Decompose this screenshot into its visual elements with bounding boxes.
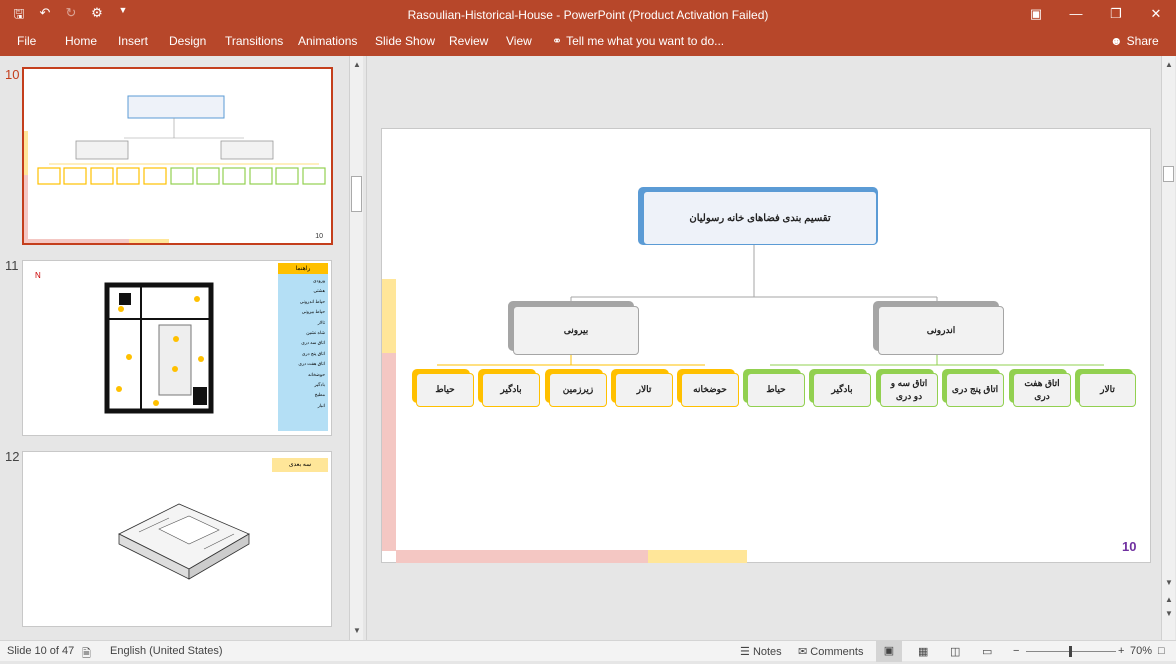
- person-icon: ☻: [1110, 34, 1123, 48]
- legend-item: شاه نشین: [306, 330, 325, 336]
- right-item-4[interactable]: اتاق پنج دری: [946, 373, 1004, 407]
- thumbnail-slide-12[interactable]: سه بعدی: [22, 451, 332, 627]
- tab-transitions[interactable]: Transitions: [225, 34, 283, 48]
- normal-view-icon[interactable]: ▣: [876, 641, 902, 662]
- legend-title: راهنما: [278, 263, 328, 274]
- zoom-in-icon[interactable]: +: [1118, 645, 1124, 657]
- legend-item: مطبخ: [314, 392, 325, 398]
- tab-file[interactable]: File: [17, 34, 36, 48]
- left-item-4[interactable]: تالار: [615, 373, 673, 407]
- thumb-number-12: 12: [5, 449, 20, 464]
- floor-plan-image: [104, 282, 214, 414]
- thumbnail-10-preview: [24, 95, 326, 243]
- north-arrow-icon: N: [35, 271, 41, 280]
- org-chart-title[interactable]: تقسیم بندی فضاهای خانه رسولیان: [643, 191, 877, 245]
- restore-icon[interactable]: ❐: [1096, 0, 1136, 30]
- legend-item: انبار: [317, 402, 325, 408]
- left-item-1[interactable]: حیاط: [416, 373, 474, 407]
- scroll-up-icon[interactable]: ▲: [1162, 59, 1176, 71]
- lightbulb-icon: ⚭: [552, 34, 563, 48]
- slide-sorter-icon[interactable]: ▦: [918, 645, 928, 658]
- reading-view-icon[interactable]: ◫: [950, 645, 960, 658]
- branch-andarooni[interactable]: اندرونی: [878, 306, 1004, 355]
- scrollbar-thumb[interactable]: [1163, 166, 1174, 182]
- left-item-3[interactable]: زیرزمین: [549, 373, 607, 407]
- right-item-5[interactable]: اتاق هفت دری: [1013, 373, 1071, 407]
- previous-slide-icon[interactable]: ▲: [1162, 594, 1176, 606]
- language-indicator[interactable]: English (United States): [110, 645, 223, 657]
- thumbnails-scrollbar[interactable]: ▲ ▼: [349, 56, 363, 640]
- share-button[interactable]: ☻ Share: [1110, 34, 1159, 48]
- legend-item: بادگیر: [314, 382, 325, 388]
- thumbnail-slide-10[interactable]: 10: [22, 67, 333, 245]
- spellcheck-icon[interactable]: 🗎: [82, 645, 91, 664]
- legend-list: ورودی هشتی حیاط اندرونی حیاط بیرونی تالا…: [278, 274, 328, 413]
- current-slide[interactable]: تقسیم بندی فضاهای خانه رسولیان بیرونی ان…: [381, 128, 1151, 563]
- zoom-level[interactable]: 70%: [1130, 645, 1152, 657]
- tell-me-text: Tell me what you want to do...: [566, 34, 725, 48]
- notes-button[interactable]: ☰ Notes: [740, 645, 782, 658]
- slide-number: 10: [1122, 539, 1137, 554]
- legend-panel: راهنما ورودی هشتی حیاط اندرونی حیاط بیرو…: [278, 263, 328, 431]
- legend-item: حیاط بیرونی: [301, 309, 325, 315]
- minimize-icon[interactable]: —: [1056, 0, 1096, 30]
- scrollbar-thumb[interactable]: [351, 176, 362, 212]
- slide-thumbnails-pane: 10 11 12 10 N راهنما ورودی هشتی حیاط اند…: [0, 56, 364, 640]
- zoom-out-icon[interactable]: −: [1013, 645, 1019, 657]
- notes-label: Notes: [752, 646, 782, 658]
- right-item-3[interactable]: اتاق سه و دو دری: [880, 373, 938, 407]
- tab-view[interactable]: View: [506, 34, 532, 48]
- thumb-number-10: 10: [5, 67, 20, 82]
- slide-counter: Slide 10 of 47: [7, 645, 75, 657]
- thumb-number-11: 11: [5, 258, 19, 273]
- notes-icon: ☰: [740, 646, 750, 658]
- slideshow-icon[interactable]: ▭: [982, 645, 992, 658]
- legend-item: اتاق هفت دری: [298, 361, 325, 367]
- legend-item: حیاط اندرونی: [299, 298, 325, 304]
- tab-slide-show[interactable]: Slide Show: [375, 34, 435, 48]
- close-icon[interactable]: ✕: [1136, 0, 1176, 30]
- slide-editor: تقسیم بندی فضاهای خانه رسولیان بیرونی ان…: [366, 56, 1176, 640]
- thumb-10-slide-number: 10: [315, 233, 323, 240]
- tell-me-box[interactable]: ⚭ Tell me what you want to do...: [552, 34, 724, 48]
- next-slide-icon[interactable]: ▼: [1162, 608, 1176, 620]
- thumbnail-slide-11[interactable]: N راهنما ورودی هشتی حیاط اندرونی حیاط بی…: [22, 260, 332, 436]
- left-item-5[interactable]: حوضخانه: [681, 373, 739, 407]
- scroll-down-icon[interactable]: ▼: [1162, 577, 1176, 589]
- tab-animations[interactable]: Animations: [298, 34, 357, 48]
- legend-item: اتاق پنج دری: [301, 350, 325, 356]
- status-bar: Slide 10 of 47 🗎 English (United States)…: [0, 640, 1176, 664]
- ribbon-display-icon[interactable]: ▣: [1016, 0, 1056, 30]
- scroll-up-icon[interactable]: ▲: [350, 59, 364, 71]
- comments-label: Comments: [810, 646, 864, 658]
- scroll-down-icon[interactable]: ▼: [350, 625, 364, 637]
- tab-home[interactable]: Home: [65, 34, 97, 48]
- isometric-house-image: [118, 503, 250, 580]
- share-label: Share: [1126, 34, 1159, 48]
- right-item-2[interactable]: بادگیر: [813, 373, 871, 407]
- legend-item: تالار: [317, 319, 325, 325]
- title-bar: 🖫 ↶ ↻ ⚙ ▼ Rasoulian-Historical-House - P…: [0, 0, 1176, 30]
- legend-item: حوضخانه: [308, 371, 325, 377]
- legend-item: ورودی: [312, 278, 325, 283]
- window-title: Rasoulian-Historical-House - PowerPoint …: [407, 8, 769, 22]
- right-item-1[interactable]: حیاط: [747, 373, 805, 407]
- left-item-2[interactable]: بادگیر: [482, 373, 540, 407]
- legend-item: اتاق سه دری: [301, 340, 325, 346]
- zoom-slider-thumb[interactable]: [1069, 646, 1072, 657]
- fit-to-window-icon[interactable]: □: [1158, 645, 1165, 657]
- legend-item: هشتی: [313, 288, 326, 294]
- ribbon-tabs: File Home Insert Design Transitions Anim…: [0, 30, 1176, 56]
- editor-scrollbar[interactable]: ▲ ▼ ▲ ▼: [1161, 56, 1175, 640]
- branch-birooni[interactable]: بیرونی: [513, 306, 639, 355]
- tab-design[interactable]: Design: [169, 34, 206, 48]
- right-item-6[interactable]: تالار: [1079, 373, 1136, 407]
- tab-review[interactable]: Review: [449, 34, 488, 48]
- comment-icon: ✉: [798, 646, 808, 658]
- comments-button[interactable]: ✉ Comments: [798, 645, 863, 658]
- thumb-12-label: سه بعدی: [272, 458, 328, 472]
- tab-insert[interactable]: Insert: [118, 34, 148, 48]
